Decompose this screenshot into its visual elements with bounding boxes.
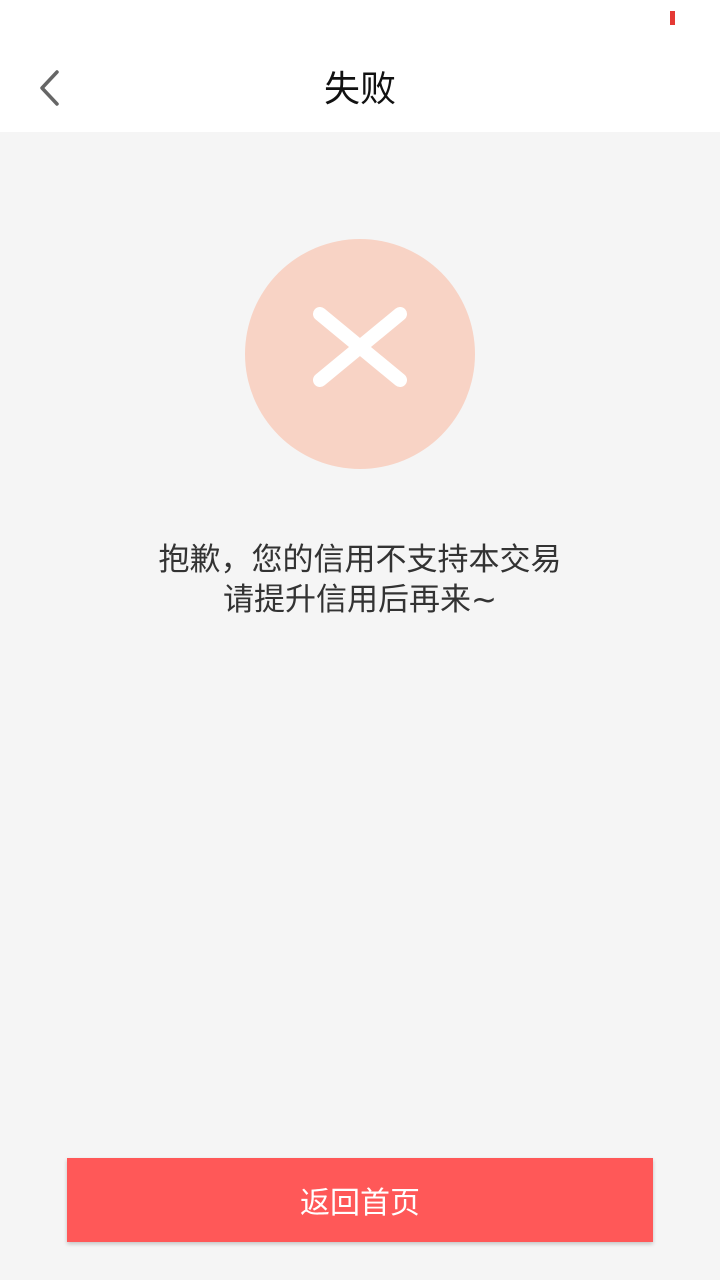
close-icon: [310, 307, 410, 401]
result-content: 抱歉，您的信用不支持本交易 请提升信用后再来~: [0, 132, 720, 1280]
return-home-button[interactable]: 返回首页: [67, 1158, 653, 1242]
fail-status-circle: [245, 239, 475, 469]
status-indicator: [670, 11, 675, 25]
page-title: 失败: [323, 69, 396, 110]
status-bar: [0, 0, 720, 50]
failure-message-line2: 请提升信用后再来~: [223, 582, 497, 618]
failure-message: 抱歉，您的信用不支持本交易 请提升信用后再来~: [0, 540, 720, 620]
failure-message-line1: 抱歉，您的信用不支持本交易: [158, 542, 562, 578]
header: 失败: [0, 50, 720, 132]
